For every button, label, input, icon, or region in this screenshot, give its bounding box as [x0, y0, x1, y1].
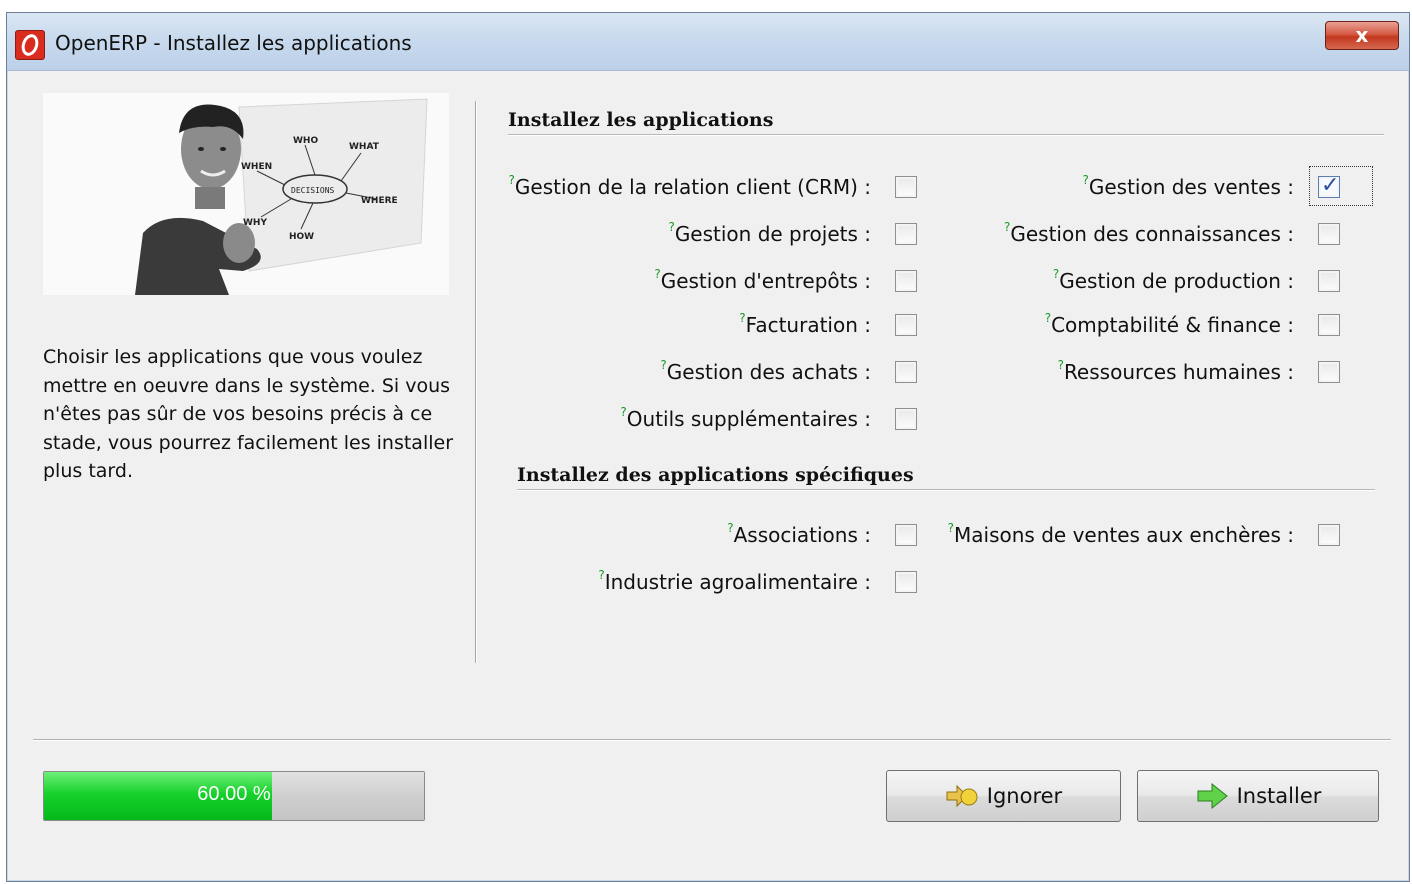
window-title: OpenERP - Installez les applications [55, 31, 412, 55]
checkbox-ventes[interactable]: ✓ [1318, 173, 1340, 198]
checkbox-comptabilite[interactable] [1318, 314, 1340, 336]
ignore-button[interactable]: Ignorer [886, 770, 1121, 822]
word-when: WHEN [241, 162, 272, 172]
checkbox-facturation[interactable] [895, 314, 917, 336]
word-where: WHERE [361, 196, 398, 206]
ignore-button-label: Ignorer [986, 784, 1063, 808]
label-agro: ?Industrie agroalimentaire : [598, 568, 871, 594]
label-comptabilite: ?Comptabilité & finance : [1044, 311, 1294, 337]
checkbox-encheres[interactable] [1318, 524, 1340, 546]
skip-arrow-icon [945, 783, 981, 809]
installer-window: OpenERP - Installez les applications x D… [6, 12, 1410, 882]
green-arrow-icon [1195, 782, 1231, 810]
help-icon[interactable]: ? [509, 173, 515, 187]
word-what: WHAT [349, 142, 380, 152]
checkbox-production[interactable] [1318, 270, 1340, 292]
label-facturation: ?Facturation : [739, 311, 871, 337]
checkbox-projets[interactable] [895, 223, 917, 245]
label-projets: ?Gestion de projets : [668, 220, 871, 246]
section-title-main: Installez les applications [508, 109, 774, 131]
checkbox-associations[interactable] [895, 524, 917, 546]
footer-divider [33, 739, 1391, 741]
title-bar[interactable]: OpenERP - Installez les applications x [7, 13, 1409, 71]
decision-illustration: DECISIONS WHO WHAT WHEN WHERE WHY HOW [43, 93, 449, 295]
checkbox-outils[interactable] [895, 408, 917, 430]
help-icon[interactable]: ? [1058, 358, 1064, 372]
checkmark-icon: ✓ [1321, 173, 1340, 198]
close-button[interactable]: x [1325, 21, 1399, 50]
section-title-specific: Installez des applications spécifiques [517, 464, 914, 486]
openerp-logo-icon [15, 30, 45, 60]
label-entrepots: ?Gestion d'entrepôts : [654, 267, 871, 293]
help-icon[interactable]: ? [739, 311, 745, 325]
section-rule-main [508, 134, 1384, 136]
description-text: Choisir les applications que vous voulez… [43, 346, 454, 482]
help-icon[interactable]: ? [1045, 311, 1051, 325]
help-icon[interactable]: ? [598, 568, 604, 582]
progress-bar: 60.00 % [43, 771, 425, 821]
help-icon[interactable]: ? [948, 521, 954, 535]
label-encheres: ?Maisons de ventes aux enchères : [947, 521, 1294, 547]
help-icon[interactable]: ? [1053, 267, 1059, 281]
checkbox-achats[interactable] [895, 361, 917, 383]
label-outils: ?Outils supplémentaires : [620, 405, 871, 431]
checkbox-entrepots[interactable] [895, 270, 917, 292]
label-crm: ?Gestion de la relation client (CRM) : [508, 173, 871, 199]
word-who: WHO [293, 136, 318, 146]
install-button[interactable]: Installer [1137, 770, 1379, 822]
label-achats: ?Gestion des achats : [660, 358, 871, 384]
help-icon[interactable]: ? [1082, 173, 1088, 187]
checkbox-connaissances[interactable] [1318, 223, 1340, 245]
checkbox-crm[interactable] [895, 176, 917, 198]
label-connaissances: ?Gestion des connaissances : [1003, 220, 1294, 246]
label-production: ?Gestion de production : [1052, 267, 1294, 293]
word-how: HOW [289, 232, 314, 242]
progress-label: 60.00 % [197, 783, 271, 805]
man-with-decision-board-image: DECISIONS WHO WHAT WHEN WHERE WHY HOW [43, 93, 449, 295]
help-icon[interactable]: ? [660, 358, 666, 372]
word-decisions: DECISIONS [291, 186, 335, 195]
checkbox-agro[interactable] [895, 571, 917, 593]
vertical-divider [475, 101, 477, 663]
install-button-label: Installer [1236, 784, 1322, 808]
checkbox-rh[interactable] [1318, 361, 1340, 383]
help-icon[interactable]: ? [668, 220, 674, 234]
help-icon[interactable]: ? [620, 405, 626, 419]
label-ventes: ?Gestion des ventes : [1082, 173, 1294, 199]
label-rh: ?Ressources humaines : [1057, 358, 1294, 384]
help-icon[interactable]: ? [654, 267, 660, 281]
section-rule-specific [517, 489, 1375, 491]
help-icon[interactable]: ? [727, 521, 733, 535]
label-associations: ?Associations : [727, 521, 871, 547]
help-icon[interactable]: ? [1004, 220, 1010, 234]
